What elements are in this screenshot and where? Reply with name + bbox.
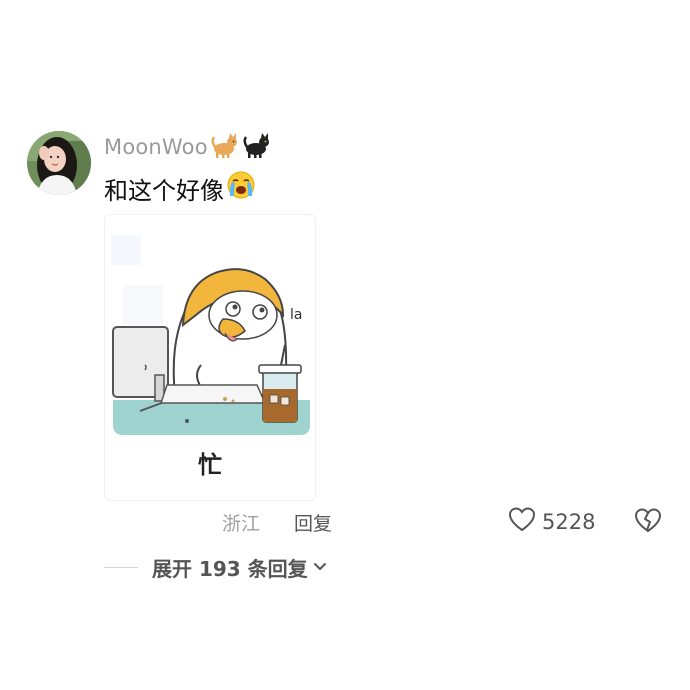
username-row: MoonWoo [104,130,272,164]
like-button[interactable]: 5228 [508,507,595,537]
like-count: 5228 [542,510,596,534]
expand-replies-label: 展开 193 条回复 [152,556,308,581]
comment-text: 和这个好像 [104,176,224,205]
dislike-button[interactable] [634,508,662,538]
crying-face-icon [226,170,256,206]
broken-heart-icon [634,508,662,538]
black-cat-icon [242,131,272,163]
comment-meta-row: 浙江 回复 5228 [0,505,690,539]
sticker-image[interactable]: la 忙 [104,214,316,501]
reply-button[interactable]: 回复 [294,509,332,536]
username[interactable]: MoonWoo [104,135,208,159]
divider-line [104,566,138,568]
chevron-down-icon [312,558,328,577]
location-label: 浙江 [222,513,261,535]
comment-text-row: 和这个好像 [104,170,256,206]
avatar[interactable] [27,131,91,195]
sticker-caption: 忙 [198,451,222,479]
expand-replies-button[interactable]: 展开 193 条回复 [104,552,328,582]
heart-icon [508,507,536,537]
sticker-side-text: la [290,307,302,323]
avatar-image [27,131,91,195]
comment-page: MoonWoo 和这个好像 la 忙 浙江 回复 5228 展开 193 条回复 [0,0,690,690]
sticker-illustration: la [105,215,315,440]
cat-icon [210,131,240,163]
